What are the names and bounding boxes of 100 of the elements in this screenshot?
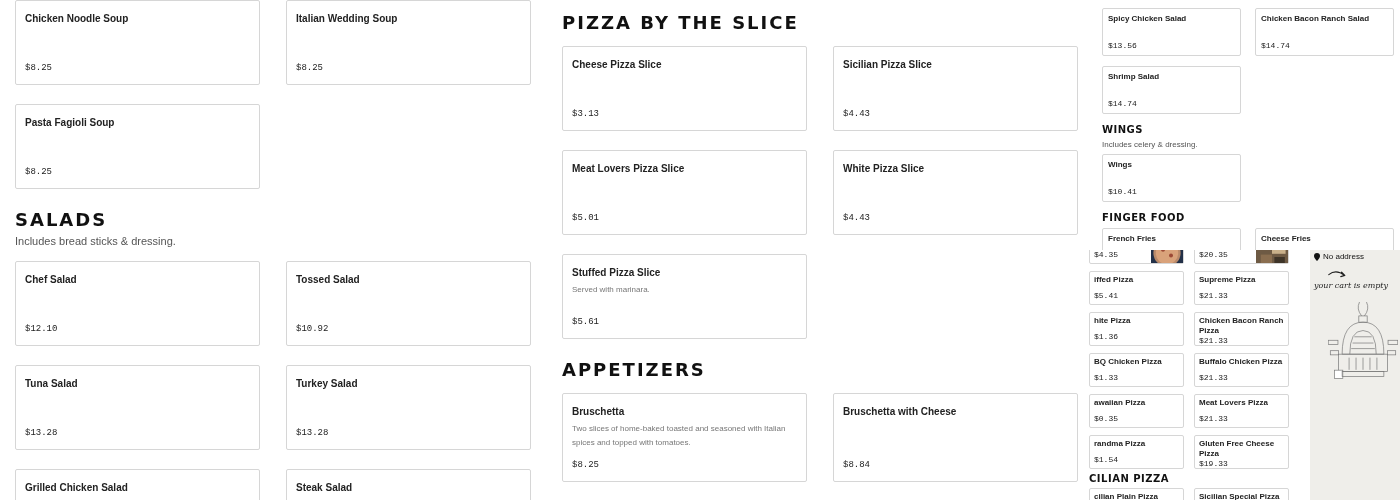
item-name: Tuna Salad — [25, 377, 79, 391]
menu-item-card[interactable]: Meat Lovers Pizza Slice $5.01 — [562, 150, 807, 235]
item-price: $1.36 — [1094, 332, 1119, 342]
item-name: Bruschetta with Cheese — [843, 405, 958, 419]
item-price: $5.61 — [572, 316, 600, 329]
menu-item-card[interactable]: Sicilian Pizza Slice $4.43 — [833, 46, 1078, 131]
item-name: Meat Lovers Pizza Slice — [572, 162, 686, 176]
menu-item-card[interactable]: BQ Chicken Pizza $1.33 — [1089, 353, 1184, 387]
section-heading: FINGER FOOD — [1102, 212, 1186, 224]
item-name: awaiian Pizza — [1094, 398, 1147, 408]
menu-item-card[interactable]: cilian Plain Pizza — [1089, 488, 1184, 500]
menu-item-card[interactable]: Steak Salad — [286, 469, 531, 500]
item-price: $5.01 — [572, 212, 600, 225]
item-name: Spicy Chicken Salad — [1108, 14, 1188, 24]
menu-item-card[interactable]: Turkey Salad $13.28 — [286, 365, 531, 450]
menu-item-card[interactable]: Gluten Free Cheese Pizza $19.33 — [1194, 435, 1289, 469]
item-name: Wings — [1108, 160, 1133, 170]
item-name: Pasta Fagioli Soup — [25, 116, 116, 130]
menu-item-card[interactable]: Pasta Fagioli Soup $8.25 — [15, 104, 260, 189]
item-price: $8.25 — [572, 459, 600, 472]
menu-item-card[interactable]: Cheese Fries — [1255, 228, 1394, 250]
menu-item-card[interactable]: Bruschetta Two slices of home-baked toasted and seasoned with Italian spices and topped with tomatoes. $8.25 — [562, 393, 807, 482]
item-price: $5.41 — [1094, 291, 1119, 301]
item-description: Served with marinara. — [572, 284, 651, 296]
item-name: cilian Plain Pizza — [1094, 492, 1160, 500]
item-name: Chicken Bacon Ranch Salad — [1261, 14, 1371, 24]
item-name: Grilled Chicken Salad — [25, 481, 129, 495]
menu-item-card[interactable]: hite Pizza $1.36 — [1089, 312, 1184, 346]
item-price: $14.74 — [1108, 99, 1138, 109]
menu-item-card[interactable]: awaiian Pizza $0.35 — [1089, 394, 1184, 428]
item-name: Stuffed Pizza Slice — [572, 266, 662, 280]
pin-icon — [1314, 252, 1320, 261]
item-name: Bruschetta — [572, 405, 626, 419]
menu-item-card[interactable]: Wings $10.41 — [1102, 154, 1241, 202]
menu-item-card[interactable]: Shrimp Salad $14.74 — [1102, 66, 1241, 114]
item-name: White Pizza Slice — [843, 162, 926, 176]
item-name: Italian Wedding Soup — [296, 12, 399, 26]
item-price: $13.28 — [25, 427, 59, 440]
item-price: $12.10 — [25, 323, 59, 336]
item-name: Chicken Bacon Ranch Pizza — [1199, 316, 1284, 336]
menu-item-card[interactable]: Sicilian Special Pizza — [1194, 488, 1289, 500]
item-name: Cheese Pizza Slice — [572, 58, 663, 72]
menu-item-card[interactable]: Grilled Chicken Salad — [15, 469, 260, 500]
item-name: Chicken Noodle Soup — [25, 12, 130, 26]
item-name: Turkey Salad — [296, 377, 359, 391]
section-subtitle: Includes celery & dressing. — [1102, 140, 1199, 150]
menu-item-card[interactable]: Spicy Chicken Salad $13.56 — [1102, 8, 1241, 56]
menu-item-card[interactable]: randma Pizza $1.54 — [1089, 435, 1184, 469]
section-heading: APPETIZERS — [562, 359, 707, 381]
item-price: $4.35 — [1094, 250, 1119, 260]
item-price: $14.74 — [1261, 41, 1291, 51]
menu-item-card[interactable]: Stuffed Pizza Slice Served with marinara. $5.61 — [562, 254, 807, 339]
menu-item-card[interactable]: Supreme Pizza $21.33 — [1194, 271, 1289, 305]
item-name: Meat Lovers Pizza — [1199, 398, 1269, 408]
menu-item-card[interactable]: iffed Pizza $5.41 — [1089, 271, 1184, 305]
item-name: hite Pizza — [1094, 316, 1132, 326]
item-price: $1.54 — [1094, 455, 1119, 465]
section-heading: CILIAN PIZZA — [1089, 473, 1171, 485]
item-name: BQ Chicken Pizza — [1094, 357, 1163, 367]
item-price: $20.35 — [1199, 250, 1229, 260]
item-name: Chef Salad — [25, 273, 78, 287]
item-price: $21.33 — [1199, 291, 1229, 301]
menu-item-card[interactable]: White Pizza Slice $4.43 — [833, 150, 1078, 235]
section-heading: SALADS — [15, 209, 109, 231]
menu-item-card[interactable]: French Fries — [1102, 228, 1241, 250]
menu-item-card[interactable]: $20.35 — [1194, 250, 1289, 264]
item-name: Tossed Salad — [296, 273, 361, 287]
item-name: Sicilian Pizza Slice — [843, 58, 933, 72]
menu-item-card[interactable]: Italian Wedding Soup $8.25 — [286, 0, 531, 85]
item-price: $10.41 — [1108, 187, 1138, 197]
cart-empty-message: your cart is empty — [1314, 281, 1390, 290]
item-price: $21.33 — [1199, 414, 1229, 424]
menu-item-card[interactable]: Chicken Bacon Ranch Pizza $21.33 — [1194, 312, 1289, 346]
address-label: No address — [1323, 252, 1364, 261]
section-heading: PIZZA BY THE SLICE — [562, 12, 800, 34]
menu-item-card[interactable]: Buffalo Chicken Pizza $21.33 — [1194, 353, 1289, 387]
menu-item-card[interactable]: Tossed Salad $10.92 — [286, 261, 531, 346]
item-price: $21.33 — [1199, 336, 1229, 346]
item-name: randma Pizza — [1094, 439, 1147, 449]
menu-item-card[interactable]: $4.35 — [1089, 250, 1184, 264]
menu-item-card[interactable]: Meat Lovers Pizza $21.33 — [1194, 394, 1289, 428]
item-name: iffed Pizza — [1094, 275, 1135, 285]
section-heading: WINGS — [1102, 124, 1145, 136]
item-price: $13.28 — [296, 427, 330, 440]
item-price: $8.25 — [25, 62, 53, 75]
menu-item-card[interactable]: Chicken Bacon Ranch Salad $14.74 — [1255, 8, 1394, 56]
menu-item-card[interactable]: Bruschetta with Cheese $8.84 — [833, 393, 1078, 482]
item-description: Two slices of home-baked toasted and seasoned with Italian spices and topped with tomatoes. — [572, 423, 787, 449]
item-price: $8.25 — [25, 166, 53, 179]
section-subtitle: Includes bread sticks & dressing. — [15, 234, 177, 248]
menu-item-card[interactable]: Chicken Noodle Soup $8.25 — [15, 0, 260, 85]
item-price: $4.43 — [843, 212, 871, 225]
menu-item-card[interactable]: Tuna Salad $13.28 — [15, 365, 260, 450]
item-price: $13.56 — [1108, 41, 1138, 51]
item-price: $1.33 — [1094, 373, 1119, 383]
menu-item-card[interactable]: Cheese Pizza Slice $3.13 — [562, 46, 807, 131]
item-name: Steak Salad — [296, 481, 354, 495]
menu-item-card[interactable]: Chef Salad $12.10 — [15, 261, 260, 346]
item-price: $3.13 — [572, 108, 600, 121]
item-price: $21.33 — [1199, 373, 1229, 383]
